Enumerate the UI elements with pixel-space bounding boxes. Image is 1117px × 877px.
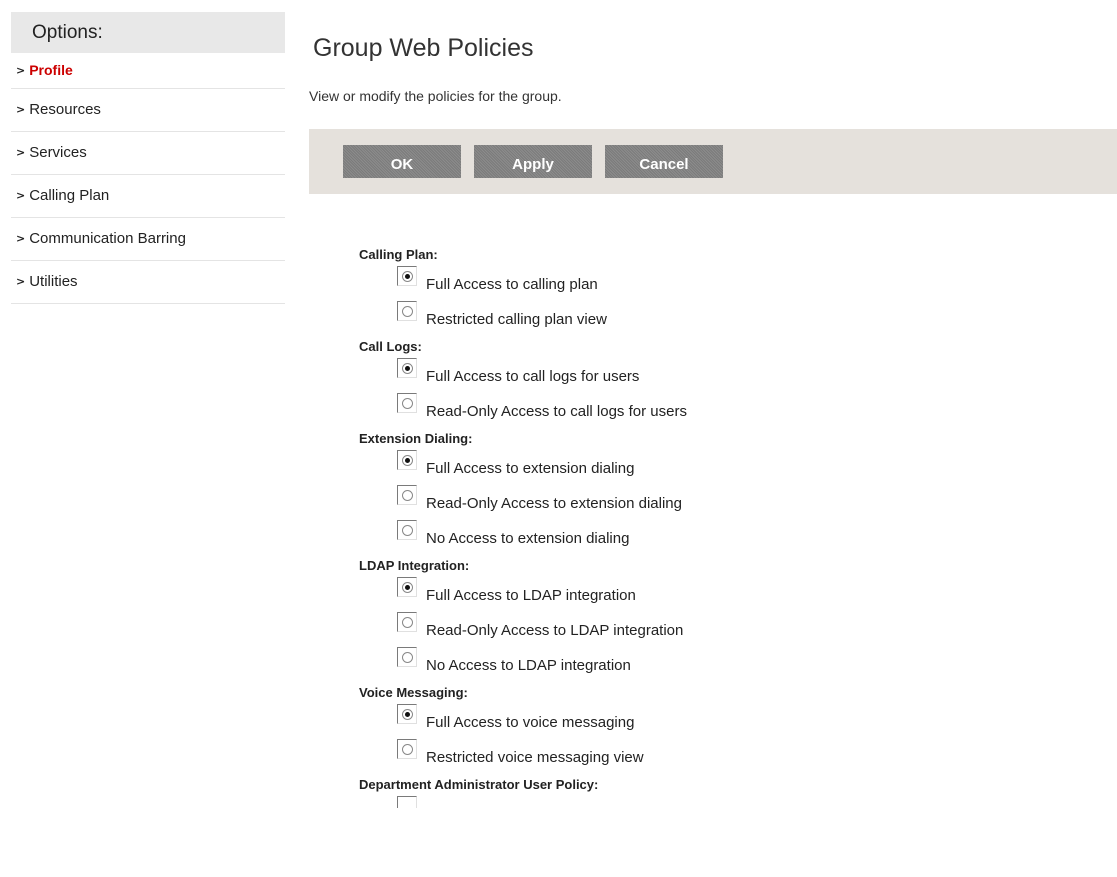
radio-button-icon[interactable] [397, 577, 417, 597]
chevron-right-icon: > [16, 64, 26, 77]
radio-button-icon[interactable] [397, 266, 417, 286]
page-subtitle: View or modify the policies for the grou… [309, 88, 562, 104]
sidebar-item-label: Communication Barring [29, 230, 186, 247]
extension-dialing-heading: Extension Dialing: [359, 431, 473, 446]
radio-button-icon[interactable] [397, 358, 417, 378]
option-label: Full Access to extension dialing [426, 460, 635, 477]
sidebar-header: Options: [11, 12, 285, 53]
ldap-full-access-option[interactable]: Full Access to LDAP integration [359, 577, 1059, 612]
sidebar-item-communication-barring[interactable]: > Communication Barring [11, 218, 285, 261]
radio-button-icon[interactable] [397, 301, 417, 321]
call-logs-full-access-option[interactable]: Full Access to call logs for users [359, 358, 1059, 393]
sidebar-item-label: Profile [29, 62, 73, 78]
sidebar-item-utilities[interactable]: > Utilities [11, 261, 285, 304]
radio-button-icon[interactable] [397, 704, 417, 724]
calling-plan-restricted-option[interactable]: Restricted calling plan view [359, 301, 1059, 336]
radio-button-icon[interactable] [397, 520, 417, 540]
chevron-right-icon: > [16, 232, 26, 245]
radio-button-icon[interactable] [397, 485, 417, 505]
sidebar-item-profile[interactable]: > Profile [11, 53, 285, 89]
department-admin-option[interactable] [359, 796, 1059, 808]
ldap-read-only-option[interactable]: Read-Only Access to LDAP integration [359, 612, 1059, 647]
sidebar-item-label: Services [29, 144, 87, 161]
radio-button-icon[interactable] [397, 393, 417, 413]
chevron-right-icon: > [16, 275, 26, 288]
option-label: Full Access to voice messaging [426, 714, 635, 731]
department-admin-policy-heading: Department Administrator User Policy: [359, 777, 599, 792]
option-label: Read-Only Access to call logs for users [426, 403, 687, 420]
radio-button-icon[interactable] [397, 450, 417, 470]
ok-button[interactable]: OK [343, 145, 461, 178]
calling-plan-heading: Calling Plan: [359, 247, 438, 262]
sidebar-item-services[interactable]: > Services [11, 132, 285, 175]
radio-button-icon[interactable] [397, 647, 417, 667]
option-label: Restricted calling plan view [426, 311, 607, 328]
voice-messaging-restricted-option[interactable]: Restricted voice messaging view [359, 739, 1059, 774]
radio-button-icon[interactable] [397, 739, 417, 759]
chevron-right-icon: > [16, 189, 26, 202]
option-label: Full Access to calling plan [426, 276, 598, 293]
extension-dialing-no-access-option[interactable]: No Access to extension dialing [359, 520, 1059, 555]
option-label: Restricted voice messaging view [426, 749, 644, 766]
extension-dialing-read-only-option[interactable]: Read-Only Access to extension dialing [359, 485, 1059, 520]
ldap-no-access-option[interactable]: No Access to LDAP integration [359, 647, 1059, 682]
action-toolbar: OK Apply Cancel [309, 129, 1117, 194]
sidebar: Options: > Profile > Resources > Services >… [11, 12, 285, 304]
cancel-button[interactable]: Cancel [605, 145, 723, 178]
option-label: No Access to LDAP integration [426, 657, 631, 674]
radio-button-icon[interactable] [397, 796, 417, 808]
sidebar-item-label: Resources [29, 101, 101, 118]
sidebar-item-label: Utilities [29, 273, 78, 290]
ldap-integration-heading: LDAP Integration: [359, 558, 470, 573]
page-title: Group Web Policies [313, 34, 534, 62]
sidebar-item-resources[interactable]: > Resources [11, 89, 285, 132]
chevron-right-icon: > [16, 103, 26, 116]
sidebar-item-label: Calling Plan [29, 187, 110, 204]
option-label: Read-Only Access to extension dialing [426, 495, 682, 512]
apply-button[interactable]: Apply [474, 145, 592, 178]
option-label: Read-Only Access to LDAP integration [426, 622, 684, 639]
voice-messaging-heading: Voice Messaging: [359, 685, 468, 700]
chevron-right-icon: > [16, 146, 26, 159]
option-label: Full Access to LDAP integration [426, 587, 636, 604]
extension-dialing-full-access-option[interactable]: Full Access to extension dialing [359, 450, 1059, 485]
policies-form: Calling Plan: Full Access to calling pla… [359, 244, 1059, 808]
option-label: Full Access to call logs for users [426, 368, 640, 385]
call-logs-heading: Call Logs: [359, 339, 422, 354]
calling-plan-full-access-option[interactable]: Full Access to calling plan [359, 266, 1059, 301]
sidebar-item-calling-plan[interactable]: > Calling Plan [11, 175, 285, 218]
option-label: No Access to extension dialing [426, 530, 630, 547]
voice-messaging-full-access-option[interactable]: Full Access to voice messaging [359, 704, 1059, 739]
radio-button-icon[interactable] [397, 612, 417, 632]
call-logs-read-only-option[interactable]: Read-Only Access to call logs for users [359, 393, 1059, 428]
